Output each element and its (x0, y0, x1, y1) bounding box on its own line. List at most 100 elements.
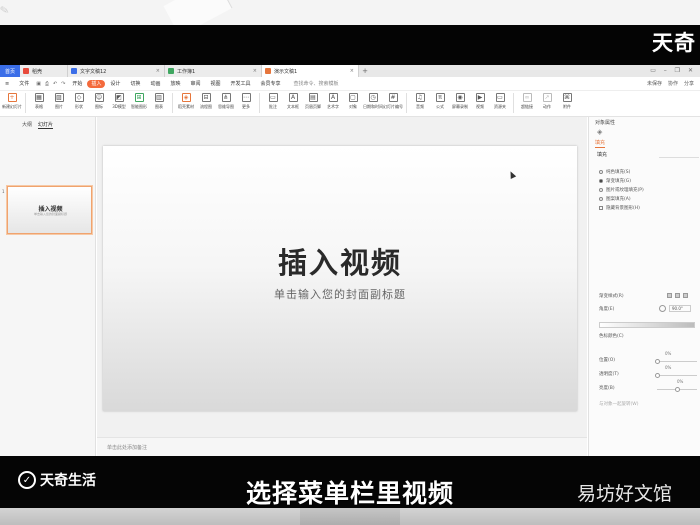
image-button[interactable]: ▨ 图片 (49, 91, 69, 115)
window-controls[interactable]: ▭ – ❐ ✕ (650, 67, 696, 74)
header-footer-button[interactable]: ▤ 页眉页脚 (303, 91, 323, 115)
formula-button[interactable]: π 公式 (430, 91, 450, 115)
undo-icon[interactable]: ↶ (51, 81, 59, 87)
picture-fill-option[interactable]: 图片或纹理填充(P) (599, 187, 644, 193)
position-value: 0% (665, 351, 672, 356)
menu-animation[interactable]: 动画 (145, 77, 165, 91)
tab-presentation[interactable]: 演示文稿1 × (262, 65, 359, 77)
tab-fill[interactable]: 填充 (595, 139, 606, 148)
comment-button[interactable]: ▭ 批注 (263, 91, 283, 115)
tab-workbook[interactable]: 工作簿1 × (165, 65, 262, 77)
slide-number-button[interactable]: # 幻灯片编号 (383, 91, 403, 115)
menu-developer[interactable]: 开发工具 (226, 77, 256, 91)
attachment-button[interactable]: ⌘ 附件 (557, 91, 577, 115)
pattern-fill-option[interactable]: 图案填充(A) (599, 196, 631, 202)
gradient-fill-option[interactable]: 渐变填充(G) (599, 178, 631, 184)
hyperlink-button[interactable]: ∞ 超链接 (517, 91, 537, 115)
wordart-button[interactable]: Ā 艺术字 (323, 91, 343, 115)
gradient-style-swatches[interactable] (667, 293, 688, 298)
slide-canvas[interactable]: 插入视频 单击输入您的封面副标题 (103, 146, 577, 411)
menu-transition[interactable]: 切换 (125, 77, 145, 91)
command-search[interactable]: 查找命令、搜索模板 (294, 80, 339, 87)
number-icon: # (388, 93, 398, 102)
unsaved-status[interactable]: 未保存 (647, 80, 662, 87)
new-slide-button[interactable]: + 新建幻灯片 (2, 91, 22, 115)
notes-bar[interactable]: 单击此处添加备注 (97, 437, 587, 456)
video-button[interactable]: ▶ 视频 (470, 91, 490, 115)
ribbon-label: 批注 (269, 104, 277, 109)
angle-input[interactable]: 90.0° (669, 305, 691, 312)
menu-file[interactable]: 文件 (14, 77, 34, 91)
smartart-button[interactable]: ⊞ 智能图形 (129, 91, 149, 115)
collaborate-button[interactable]: 协作 (668, 80, 678, 87)
tab-slides[interactable]: 幻灯片 (38, 121, 54, 129)
home-tab[interactable]: 首页 (0, 65, 20, 77)
brightness-slider[interactable] (657, 387, 697, 392)
tab-outline[interactable]: 大纲 (22, 121, 32, 129)
video-icon: ▶ (475, 93, 485, 102)
shape-button[interactable]: ◇ 形状 (69, 91, 89, 115)
mindmap-button[interactable]: ⋔ 思维导图 (216, 91, 236, 115)
rotate-with-object-option[interactable]: 与对象一起旋转(W) (599, 401, 638, 407)
transparency-slider[interactable] (655, 373, 697, 378)
solid-fill-option[interactable]: 纯色填充(S) (599, 169, 630, 175)
gradient-stop-bar[interactable] (599, 322, 695, 328)
menu-design[interactable]: 设计 (105, 77, 125, 91)
slide-thumbnail[interactable]: 插入视频 单击输入您的封面副标题 (7, 186, 92, 234)
icon-button[interactable]: ☺ 图标 (89, 91, 109, 115)
share-button[interactable]: 分享 (684, 80, 694, 87)
menu-member[interactable]: 会员专享 (256, 77, 286, 91)
stop-color-label: 色标颜色(C) (599, 334, 624, 339)
tab-daoke[interactable]: 稻壳 (20, 65, 68, 77)
flowchart-button[interactable]: ⊟ 流程图 (196, 91, 216, 115)
slider-knob[interactable] (655, 359, 660, 364)
tab-word-doc[interactable]: 文字文稿12 × (68, 65, 165, 77)
cube-icon: ◩ (114, 93, 124, 102)
menu-slideshow[interactable]: 放映 (165, 77, 185, 91)
fill-section-title[interactable]: 填充 (597, 151, 607, 158)
new-tab-button[interactable]: + (359, 65, 371, 77)
slider-knob[interactable] (675, 387, 680, 392)
asset-icon: ◈ (181, 93, 191, 102)
menu-start[interactable]: 开始 (67, 77, 87, 91)
mindmap-icon: ⋔ (221, 93, 231, 102)
slide-title[interactable]: 插入视频 (103, 240, 577, 282)
screen-record-button[interactable]: ◉ 屏幕录制 (450, 91, 470, 115)
position-slider[interactable] (655, 359, 697, 364)
radio-icon (599, 179, 603, 183)
audio-button[interactable]: ♫ 音频 (410, 91, 430, 115)
option-label: 隐藏背景图形(H) (606, 206, 640, 211)
object-button[interactable]: ▢ 对象 (343, 91, 363, 115)
slider-knob[interactable] (655, 373, 660, 378)
3d-model-button[interactable]: ◩ 3D模型 (109, 91, 129, 115)
more-button[interactable]: ⋯ 更多 (236, 91, 256, 115)
date-time-button[interactable]: ◷ 日期和时间 (363, 91, 383, 115)
ribbon-label: 屏幕录制 (452, 104, 468, 109)
angle-dial-icon[interactable] (659, 305, 666, 312)
smartart-icon: ⊞ (134, 93, 144, 102)
checkbox-icon (599, 206, 603, 210)
save-icon[interactable]: ▣ (34, 81, 43, 87)
redo-icon[interactable]: ↷ (59, 81, 67, 87)
menu-view[interactable]: 视图 (205, 77, 225, 91)
asset-button[interactable]: ◈ 稻壳素材 (176, 91, 196, 115)
object-icon: ▢ (348, 93, 358, 102)
textbox-button[interactable]: A 文本框 (283, 91, 303, 115)
table-button[interactable]: ▦ 表格 (29, 91, 49, 115)
radio-icon (599, 188, 603, 192)
close-icon[interactable]: × (253, 68, 257, 74)
ribbon-label: 表格 (35, 104, 43, 109)
close-icon[interactable]: × (350, 68, 354, 74)
menu-insert[interactable]: 插入 (87, 79, 106, 88)
ribbon-label: 图标 (95, 104, 103, 109)
resource-button[interactable]: ▭ 资源夹 (490, 91, 510, 115)
hamburger-icon[interactable]: ≡ (0, 77, 14, 91)
chart-button[interactable]: ▥ 图表 (149, 91, 169, 115)
slide-subtitle[interactable]: 单击输入您的封面副标题 (103, 286, 577, 302)
close-icon[interactable]: × (156, 68, 160, 74)
action-button[interactable]: ↗ 动作 (537, 91, 557, 115)
menu-review[interactable]: 审阅 (185, 77, 205, 91)
hide-background-checkbox[interactable]: 隐藏背景图形(H) (599, 205, 640, 211)
print-icon[interactable]: ⎙ (43, 81, 51, 87)
menu-right-group: 未保存 协作 分享 (647, 80, 694, 87)
